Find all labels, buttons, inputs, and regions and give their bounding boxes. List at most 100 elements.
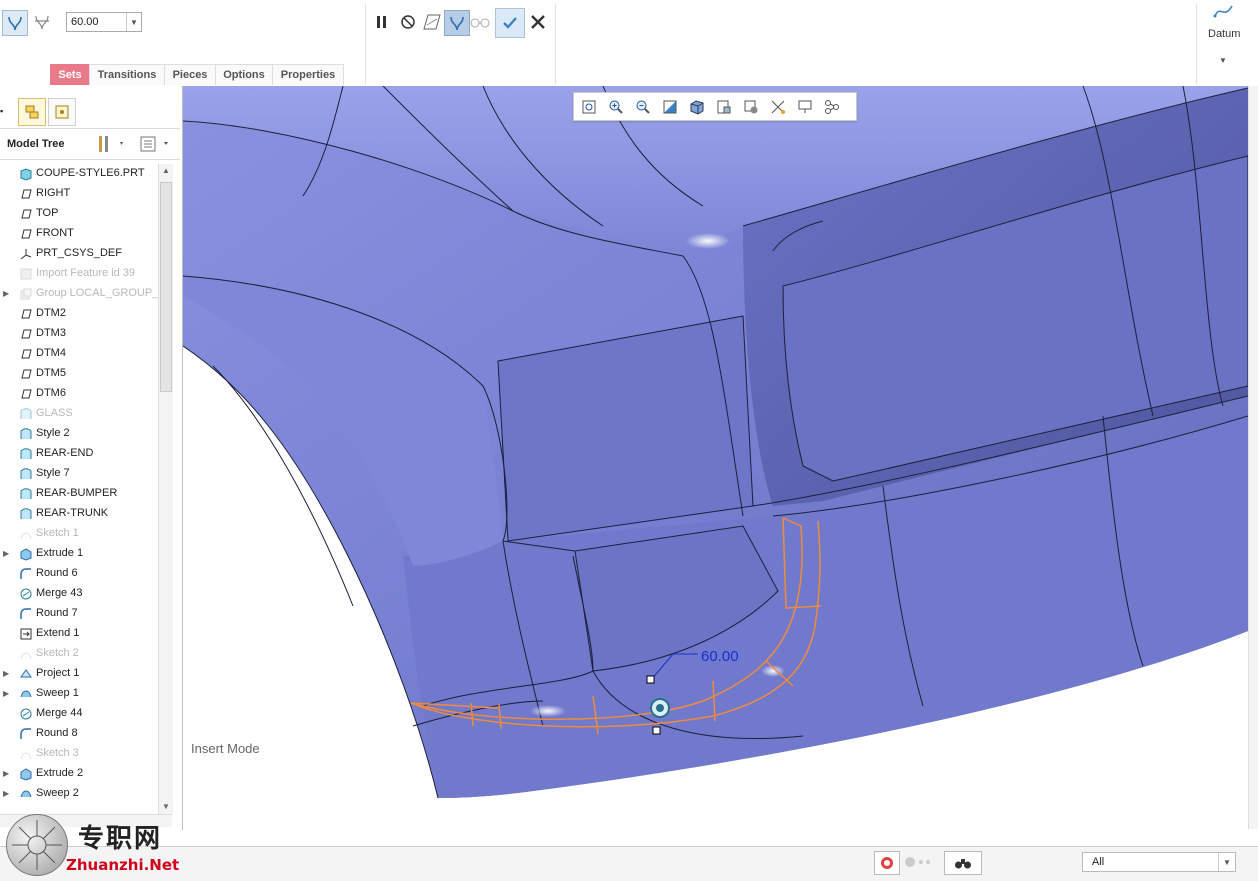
model-tree-item[interactable]: RIGHT [0, 184, 160, 204]
model-tree-item[interactable]: DTM5 [0, 364, 160, 384]
find-binoculars-icon[interactable] [944, 851, 982, 875]
folder-browser-tab-icon[interactable] [48, 98, 76, 126]
attached-preview-icon[interactable] [420, 10, 444, 34]
model-tree-item[interactable]: Extend 1 [0, 624, 160, 644]
model-tree-item[interactable]: Style 7 [0, 464, 160, 484]
tab-sets[interactable]: Sets [50, 64, 90, 85]
model-tree-item[interactable]: DTM3 [0, 324, 160, 344]
expand-arrow-icon[interactable]: ▶ [3, 689, 9, 698]
round-set-mode-icon[interactable] [2, 10, 28, 36]
scroll-down-icon[interactable]: ▼ [162, 802, 170, 811]
model-tree-tab-icon[interactable] [18, 98, 46, 126]
model-tree-item-label: Round 6 [36, 567, 78, 579]
model-tree-item[interactable]: FRONT [0, 224, 160, 244]
datum-plane-icon [19, 387, 33, 401]
sketch-icon [19, 747, 33, 761]
model-tree-item[interactable]: COUPE-STYLE6.PRT [0, 164, 160, 184]
model-tree-item-label: TOP [36, 207, 59, 219]
pause-icon[interactable] [370, 10, 394, 34]
saved-orientations-icon[interactable] [713, 96, 735, 118]
model-tree-item[interactable]: ▶ Sweep 1 [0, 684, 160, 704]
no-preview-icon[interactable] [396, 10, 420, 34]
model-tree-item[interactable]: Sketch 1 [0, 524, 160, 544]
drag-handle[interactable] [652, 726, 661, 735]
tab-options[interactable]: Options [215, 64, 273, 85]
zoom-out-icon[interactable] [632, 96, 654, 118]
datum-sketch-icon[interactable] [1212, 0, 1236, 24]
panel-pin-icon[interactable]: ▪ [0, 106, 3, 116]
tree-scrollbar[interactable]: ▲ ▼ [158, 164, 173, 814]
model-tree-item[interactable]: DTM2 [0, 304, 160, 324]
model-tree-item[interactable]: Merge 43 [0, 584, 160, 604]
model-tree-item[interactable]: Import Feature id 39 [0, 264, 160, 284]
regenerate-stop-icon[interactable] [874, 851, 900, 875]
group-icon [19, 287, 33, 301]
glasses-preview-icon[interactable] [468, 10, 492, 34]
drag-handle[interactable] [646, 675, 655, 684]
model-tree-item-label: REAR-TRUNK [36, 507, 109, 519]
show-list-icon[interactable] [138, 134, 174, 157]
model-tree-item[interactable]: TOP [0, 204, 160, 224]
repaint-icon[interactable] [659, 96, 681, 118]
display-style-icon[interactable] [686, 96, 708, 118]
tab-pieces[interactable]: Pieces [164, 64, 216, 85]
graphics-viewport[interactable]: 60.00 Insert Mode [183, 86, 1248, 829]
model-tree-item[interactable]: ▶ Project 1 [0, 664, 160, 684]
apply-checkmark-icon[interactable] [495, 8, 525, 38]
tree-scrollbar-thumb[interactable] [160, 182, 172, 392]
datum-group-label[interactable]: Datum [1208, 28, 1240, 40]
model-tree-item-label: GLASS [36, 407, 73, 419]
cancel-x-icon[interactable] [526, 10, 550, 34]
expand-arrow-icon[interactable]: ▶ [3, 789, 9, 798]
verify-mode-icon[interactable] [444, 10, 470, 36]
refit-icon[interactable] [578, 96, 600, 118]
model-tree-item[interactable]: Round 6 [0, 564, 160, 584]
viewport-scrollbar[interactable] [1248, 86, 1258, 829]
datum-chevron-down-icon[interactable]: ▼ [1219, 56, 1227, 65]
tab-transitions[interactable]: Transitions [89, 64, 165, 85]
model-tree-item[interactable]: REAR-END [0, 444, 160, 464]
model-tree-item[interactable]: Style 2 [0, 424, 160, 444]
radius-dimension-label[interactable]: 60.00 [701, 648, 739, 665]
model-tree-item[interactable]: Round 7 [0, 604, 160, 624]
datum-plane-icon [19, 207, 33, 221]
annotation-display-icon[interactable] [794, 96, 816, 118]
model-tree-item[interactable]: Sketch 3 [0, 744, 160, 764]
project-icon [19, 667, 33, 681]
tab-properties[interactable]: Properties [272, 64, 344, 85]
spin-center-icon[interactable] [821, 96, 843, 118]
model-tree-item[interactable]: ▶ Extrude 1 [0, 544, 160, 564]
csys-icon [19, 247, 33, 261]
radius-value-field[interactable]: 60.00 ▼ [66, 12, 142, 32]
model-tree-item[interactable]: ▶ Group LOCAL_GROUP_0 [0, 284, 164, 304]
scroll-up-icon[interactable]: ▲ [162, 166, 170, 175]
chevron-down-icon[interactable]: ▼ [1218, 853, 1235, 871]
view-manager-icon[interactable] [740, 96, 762, 118]
car-rear-model[interactable] [183, 86, 1248, 829]
model-tree-item[interactable]: REAR-BUMPER [0, 484, 160, 504]
zoom-in-icon[interactable] [605, 96, 627, 118]
style-icon [19, 507, 33, 521]
model-tree-item[interactable]: GLASS [0, 404, 160, 424]
expand-arrow-icon[interactable]: ▶ [3, 549, 9, 558]
model-tree-item[interactable]: ▶ Sweep 2 [0, 784, 160, 804]
expand-arrow-icon[interactable]: ▶ [3, 289, 9, 298]
model-tree-item[interactable]: DTM6 [0, 384, 160, 404]
model-tree-item[interactable]: REAR-TRUNK [0, 504, 160, 524]
settings-tools-icon[interactable] [96, 134, 126, 157]
expand-arrow-icon[interactable]: ▶ [3, 769, 9, 778]
model-tree-item-label: Project 1 [36, 667, 80, 679]
datum-display-filters-icon[interactable] [767, 96, 789, 118]
expand-arrow-icon[interactable]: ▶ [3, 669, 9, 678]
transition-mode-icon[interactable] [30, 10, 54, 34]
chevron-down-icon[interactable]: ▼ [126, 13, 141, 31]
model-tree-item[interactable]: Sketch 2 [0, 644, 160, 664]
watermark-url-text: Zhuanzhi.Net [66, 856, 180, 874]
model-tree-item[interactable]: Round 8 [0, 724, 160, 744]
selection-filter-dropdown[interactable]: All ▼ [1082, 852, 1236, 872]
model-tree-item[interactable]: ▶ Extrude 2 [0, 764, 160, 784]
model-tree-item-label: DTM4 [36, 347, 66, 359]
model-tree-item[interactable]: Merge 44 [0, 704, 160, 724]
model-tree-item[interactable]: PRT_CSYS_DEF [0, 244, 160, 264]
model-tree-item[interactable]: DTM4 [0, 344, 160, 364]
